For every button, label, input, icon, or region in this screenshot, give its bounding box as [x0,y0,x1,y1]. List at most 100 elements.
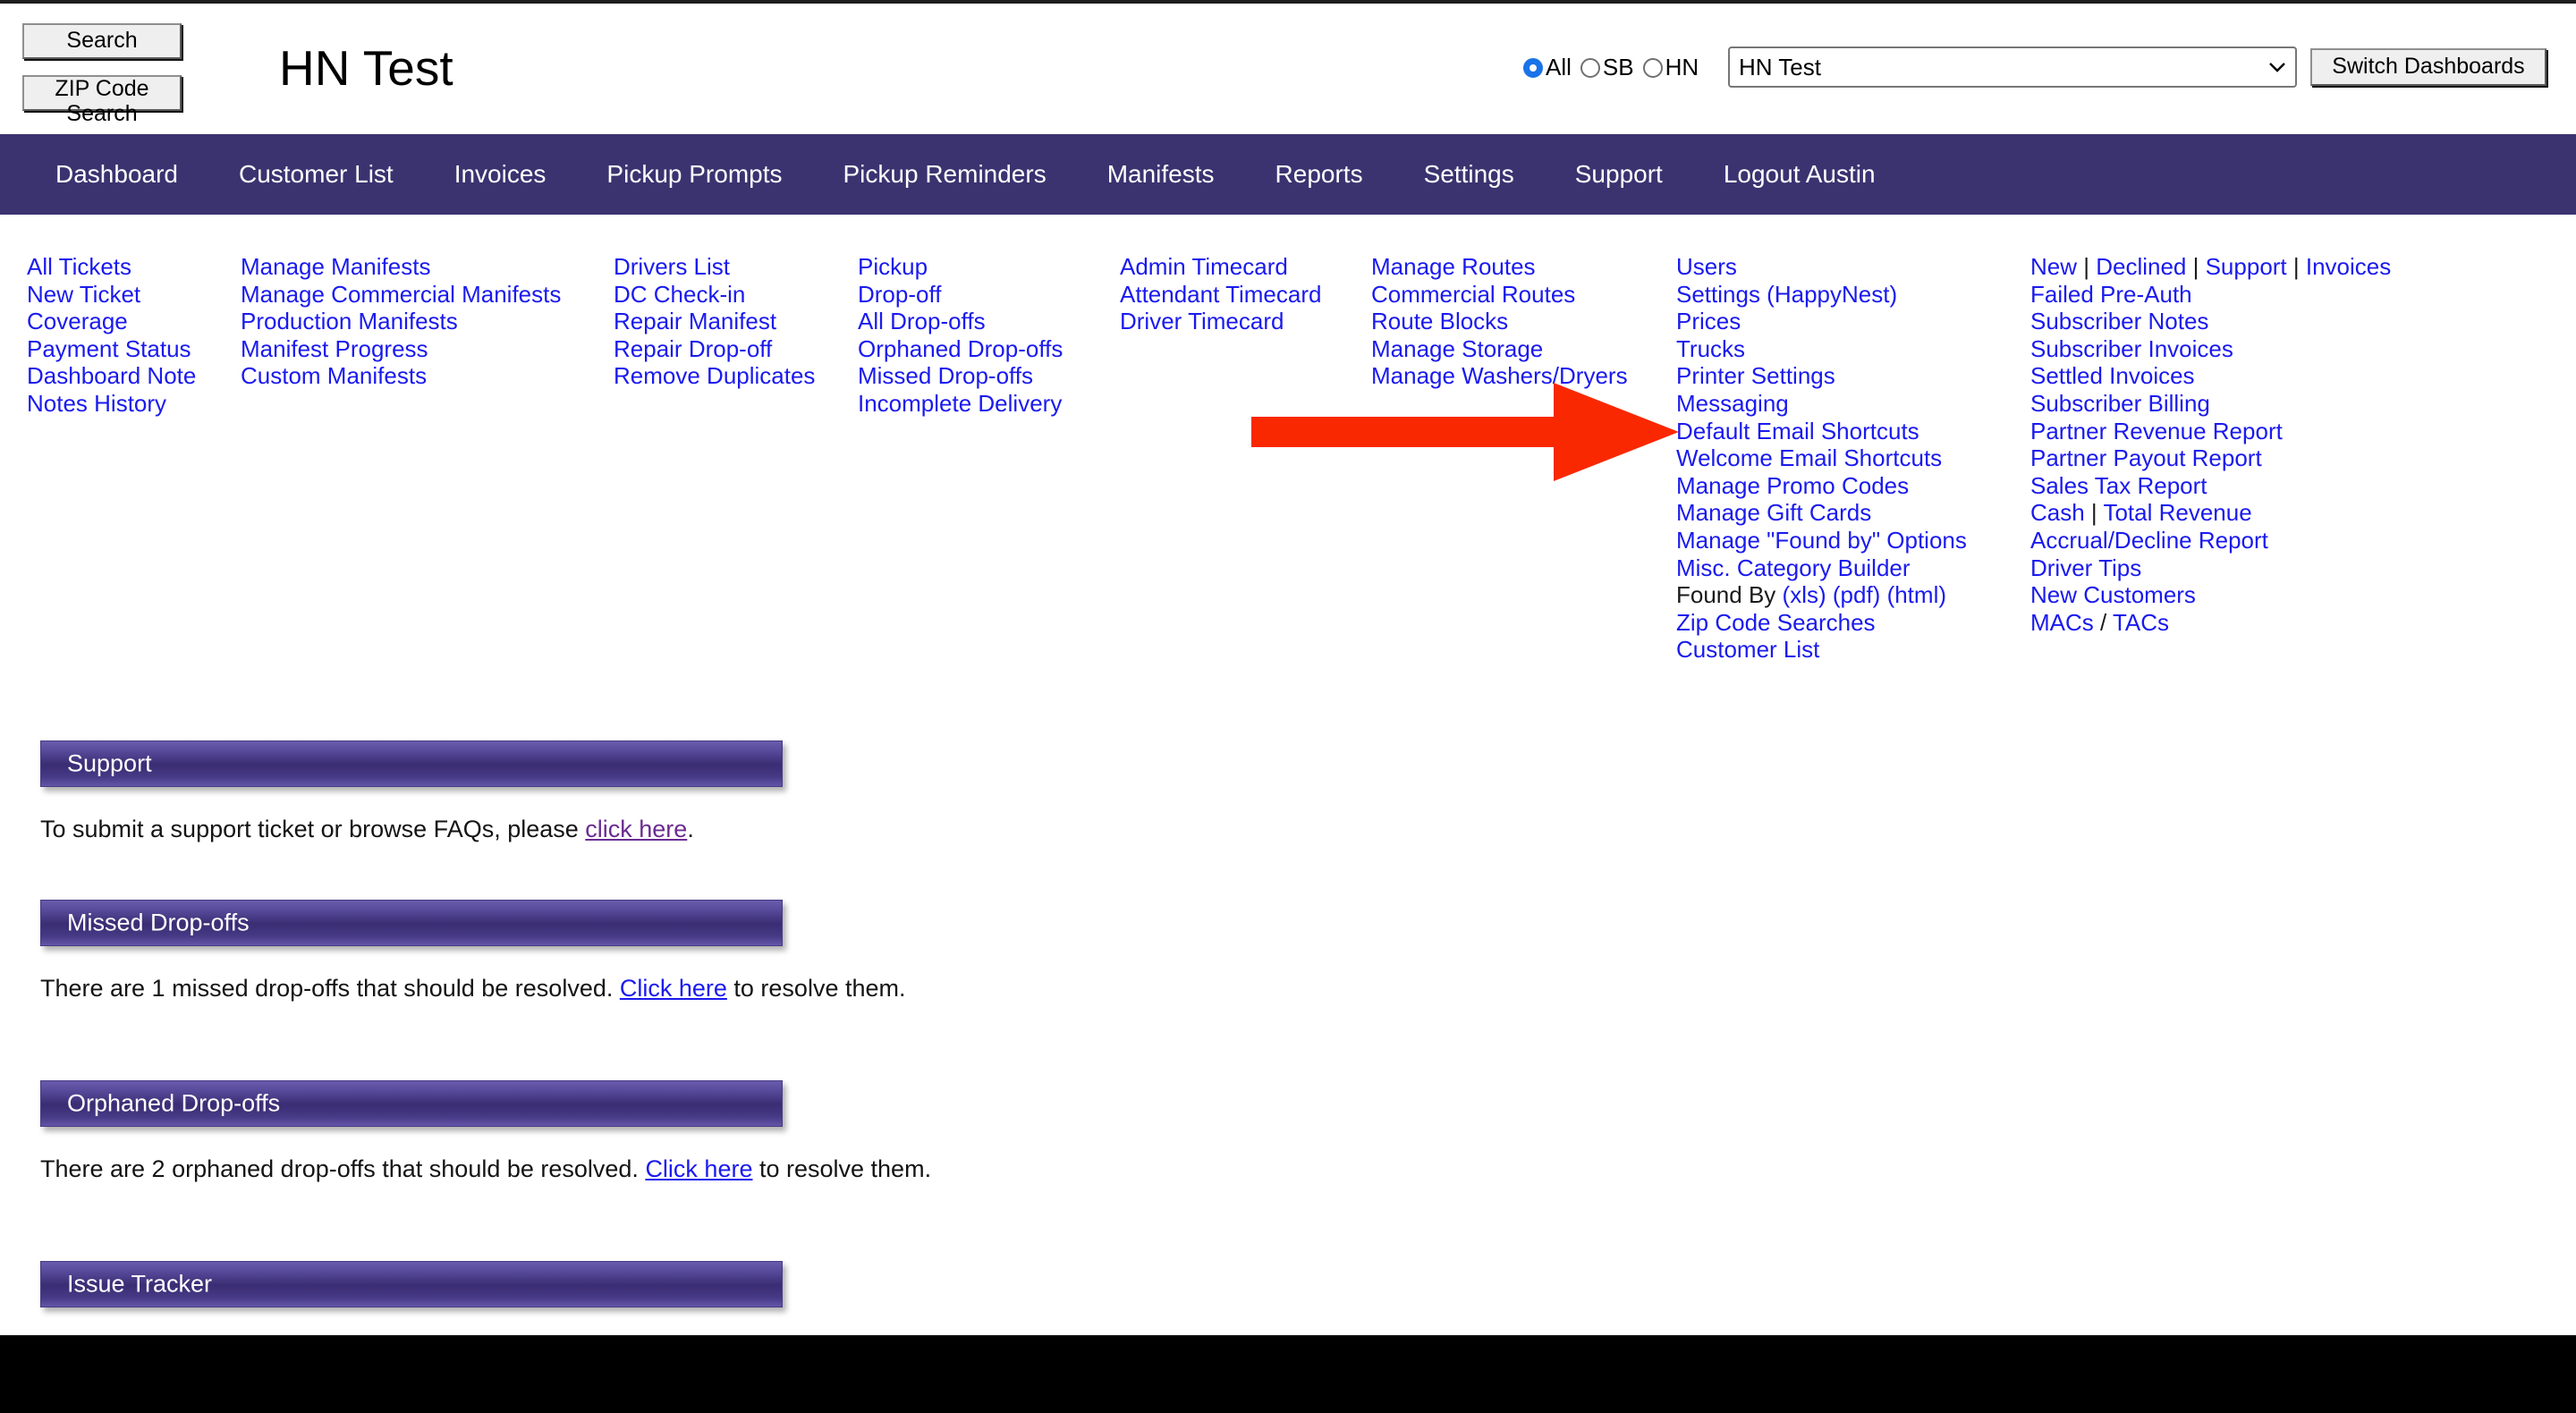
switch-dashboards-button[interactable]: Switch Dashboards [2310,48,2546,86]
section-support: Support To submit a support ticket or bro… [0,740,2576,843]
quick-link-incomplete-delivery[interactable]: Incomplete Delivery [858,390,1063,418]
nav-item-pickup-prompts[interactable]: Pickup Prompts [606,160,782,189]
section-orphaned-drop-offs: Orphaned Drop-offs There are 2 orphaned d… [0,1080,2576,1183]
section-body-prefix: There are 1 missed drop-offs that should… [40,975,620,1002]
section-body-text: There are 2 orphaned drop-offs that shou… [40,1155,2576,1183]
quick-link-users[interactable]: Users [1676,253,1967,281]
quick-link-manage-promo-codes[interactable]: Manage Promo Codes [1676,472,1967,500]
quick-link-printer-settings[interactable]: Printer Settings [1676,362,1967,390]
quick-link-remove-duplicates[interactable]: Remove Duplicates [614,362,815,390]
quick-link-dashboard-note[interactable]: Dashboard Note [27,362,196,390]
quick-link-settled-invoices[interactable]: Settled Invoices [2030,362,2391,390]
quick-link-route-blocks[interactable]: Route Blocks [1371,308,1628,335]
quick-link-welcome-email-shortcuts[interactable]: Welcome Email Shortcuts [1676,444,1967,472]
quick-link-partner-payout-report[interactable]: Partner Payout Report [2030,444,2391,472]
quick-link-manage-routes[interactable]: Manage Routes [1371,253,1628,281]
nav-item-pickup-reminders[interactable]: Pickup Reminders [843,160,1046,189]
quick-link-dc-check-in[interactable]: DC Check-in [614,281,815,309]
nav-item-customer-list[interactable]: Customer List [239,160,394,189]
dashboard-select-value: HN Test [1739,53,1821,80]
quick-link-production-manifests[interactable]: Production Manifests [241,308,561,335]
quick-link-prices[interactable]: Prices [1676,308,1967,335]
section-body-link[interactable]: Click here [645,1155,752,1182]
nav-item-settings[interactable]: Settings [1424,160,1514,189]
quick-link-subscriber-notes[interactable]: Subscriber Notes [2030,308,2391,335]
quick-link-messaging[interactable]: Messaging [1676,390,1967,418]
quick-link-new-ticket[interactable]: New Ticket [27,281,196,309]
quick-link-driver-tips[interactable]: Driver Tips [2030,554,2391,582]
quick-link-pickup[interactable]: Pickup [858,253,1063,281]
quick-link-attendant-timecard[interactable]: Attendant Timecard [1120,281,1321,309]
section-body-link[interactable]: Click here [620,975,727,1002]
search-button[interactable]: Search [22,23,182,59]
quick-link-all-tickets[interactable]: All Tickets [27,253,196,281]
quick-link-orphaned-drop-offs[interactable]: Orphaned Drop-offs [858,335,1063,363]
quick-link-sales-tax-report[interactable]: Sales Tax Report [2030,472,2391,500]
quick-link-manage-manifests[interactable]: Manage Manifests [241,253,561,281]
quick-link-manifest-progress[interactable]: Manifest Progress [241,335,561,363]
link-column-2: Manage Manifests Manage Commercial Manife… [241,253,561,390]
section-body-link[interactable]: click here [585,816,687,842]
quick-link-misc-category-builder[interactable]: Misc. Category Builder [1676,554,1967,582]
quick-link-payment-status[interactable]: Payment Status [27,335,196,363]
quick-link-repair-drop-off[interactable]: Repair Drop-off [614,335,815,363]
quick-link-row: Cash | Total Revenue [2030,499,2391,527]
quick-link-pdf[interactable]: (pdf) [1833,581,1880,608]
quick-link-driver-timecard[interactable]: Driver Timecard [1120,308,1321,335]
nav-item-logout-austin[interactable]: Logout Austin [1724,160,1876,189]
quick-link-coverage[interactable]: Coverage [27,308,196,335]
quick-link-default-email-shortcuts[interactable]: Default Email Shortcuts [1676,418,1967,445]
nav-item-reports[interactable]: Reports [1275,160,1363,189]
quick-link-html[interactable]: (html) [1887,581,1946,608]
quick-link-cash[interactable]: Cash [2030,499,2085,526]
quick-link-new[interactable]: New [2030,253,2077,280]
zip-code-search-button[interactable]: ZIP Code Search [22,75,182,125]
quick-link-drivers-list[interactable]: Drivers List [614,253,815,281]
quick-link-all-drop-offs[interactable]: All Drop-offs [858,308,1063,335]
quick-link-notes-history[interactable]: Notes History [27,390,196,418]
radio-option-all[interactable]: All [1523,54,1572,81]
quick-link-customer-list[interactable]: Customer List [1676,636,1967,664]
quick-link-manage-storage[interactable]: Manage Storage [1371,335,1628,363]
quick-link-subscriber-billing[interactable]: Subscriber Billing [2030,390,2391,418]
quick-link-total-revenue[interactable]: Total Revenue [2103,499,2251,526]
quick-link-commercial-routes[interactable]: Commercial Routes [1371,281,1628,309]
quick-link-declined[interactable]: Declined [2096,253,2186,280]
quick-link-drop-off[interactable]: Drop-off [858,281,1063,309]
quick-link-support[interactable]: Support [2206,253,2287,280]
radio-label-hn: HN [1665,54,1699,80]
quick-link-macs[interactable]: MACs [2030,609,2094,636]
radio-indicator-sb[interactable] [1580,57,1600,78]
quick-link-custom-manifests[interactable]: Custom Manifests [241,362,561,390]
nav-item-support[interactable]: Support [1575,160,1663,189]
quick-link-subscriber-invoices[interactable]: Subscriber Invoices [2030,335,2391,363]
quick-link-manage-found-by-options[interactable]: Manage "Found by" Options [1676,527,1967,554]
quick-link-new-customers[interactable]: New Customers [2030,581,2391,609]
quick-link-manage-gift-cards[interactable]: Manage Gift Cards [1676,499,1967,527]
dashboard-select[interactable]: HN Test [1728,47,2297,88]
quick-link-manage-commercial-manifests[interactable]: Manage Commercial Manifests [241,281,561,309]
quick-link-failed-pre-auth[interactable]: Failed Pre-Auth [2030,281,2391,309]
quick-link-zip-code-searches[interactable]: Zip Code Searches [1676,609,1967,637]
quick-link-xls[interactable]: (xls) [1783,581,1826,608]
nav-item-manifests[interactable]: Manifests [1107,160,1215,189]
radio-indicator-hn[interactable] [1642,57,1663,78]
quick-link-partner-revenue-report[interactable]: Partner Revenue Report [2030,418,2391,445]
quick-link-repair-manifest[interactable]: Repair Manifest [614,308,815,335]
quick-link-trucks[interactable]: Trucks [1676,335,1967,363]
quick-link-invoices[interactable]: Invoices [2306,253,2391,280]
nav-item-invoices[interactable]: Invoices [454,160,547,189]
nav-item-dashboard[interactable]: Dashboard [55,160,178,189]
radio-indicator-all[interactable] [1523,57,1543,78]
quick-link-accrual-decline-report[interactable]: Accrual/Decline Report [2030,527,2391,554]
link-column-5: Admin Timecard Attendant Timecard Driver T… [1120,253,1321,335]
chevron-down-icon [2268,55,2286,79]
quick-link-missed-drop-offs[interactable]: Missed Drop-offs [858,362,1063,390]
quick-link-settings-happynest[interactable]: Settings (HappyNest) [1676,281,1967,309]
quick-link-admin-timecard[interactable]: Admin Timecard [1120,253,1321,281]
radio-option-hn[interactable]: HN [1642,54,1699,81]
quick-link-tacs[interactable]: TACs [2113,609,2169,636]
quick-link-manage-washers-dryers[interactable]: Manage Washers/Dryers [1371,362,1628,390]
radio-option-sb[interactable]: SB [1580,54,1634,81]
section-header-title: Orphaned Drop-offs [67,1089,281,1117]
